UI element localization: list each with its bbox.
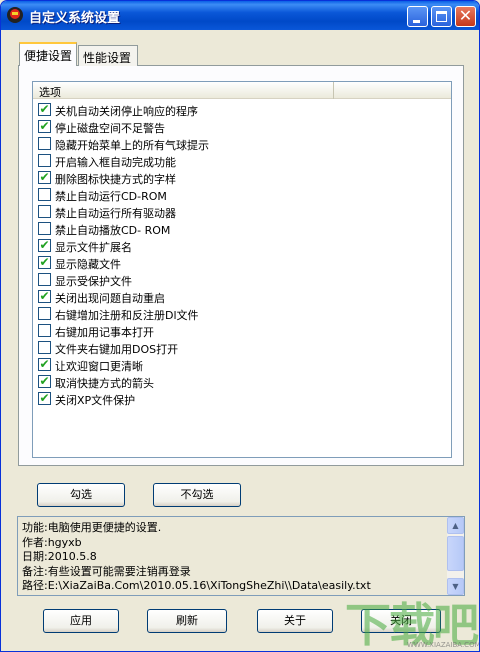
list-item[interactable]: ✔ 显示隐藏文件 (37, 254, 331, 271)
list-item-label: 显示文件扩展名 (55, 241, 132, 254)
checkbox[interactable]: ✔ (38, 102, 51, 116)
minimize-icon (413, 20, 420, 23)
list-item[interactable]: ✔ 停止磁盘空间不足警告 (37, 118, 331, 135)
list-item[interactable]: ✔ 删除图标快捷方式的字样 (37, 169, 331, 186)
checkbox[interactable]: ✔ (38, 238, 51, 252)
scroll-thumb[interactable] (447, 536, 464, 571)
list-item[interactable]: ✔ 显示文件扩展名 (37, 237, 331, 254)
checkbox[interactable] (38, 137, 51, 150)
list-item-label: 开启输入框自动完成功能 (55, 156, 176, 169)
window-title: 自定义系统设置 (29, 11, 121, 26)
checkbox[interactable]: ✔ (38, 289, 51, 303)
tab-quick-settings[interactable]: 便捷设置 (19, 42, 77, 66)
list-item-label: 文件夹右键加用DOS打开 (55, 343, 179, 356)
list-item[interactable]: ✔ 关闭出现问题自动重启 (37, 288, 331, 305)
close-icon: ✕ (458, 6, 473, 25)
list-item[interactable]: ✔ 关闭XP文件保护 (37, 390, 331, 407)
list-item-label: 禁止自动播放CD- ROM (55, 224, 171, 237)
minimize-button[interactable] (407, 6, 428, 27)
info-line: 路径:E:\XiaZaiBa.Com\2010.05.16\XiTongSheZ… (22, 579, 371, 592)
list-item-label: 显示受保护文件 (55, 275, 132, 288)
list-item-label: 让欢迎窗口更清晰 (55, 360, 143, 373)
list-item-label: 显示隐藏文件 (55, 258, 121, 271)
checkmark-icon: ✔ (39, 357, 50, 371)
checkbox[interactable]: ✔ (38, 357, 51, 371)
list-item-label: 禁止自动运行所有驱动器 (55, 207, 176, 220)
checkbox[interactable]: ✔ (38, 391, 51, 405)
list-item-label: 右键增加注册和反注册Dl文件 (55, 309, 199, 322)
list-item[interactable]: ✔ 关机自动关闭停止响应的程序 (37, 101, 331, 118)
info-box[interactable]: 功能:电脑使用更便捷的设置. 作者:hgyxb 日期:2010.5.8 备注:有些设置… (17, 516, 465, 596)
scroll-up-arrow-icon: ▲ (452, 521, 459, 530)
list-item-label: 停止磁盘空间不足警告 (55, 122, 165, 135)
close-window-button[interactable]: ✕ (455, 6, 476, 27)
checkmark-icon: ✔ (39, 391, 50, 405)
app-logo-icon[interactable] (7, 7, 23, 23)
checkbox[interactable]: ✔ (38, 170, 51, 184)
checkbox[interactable] (38, 341, 51, 354)
list-item[interactable]: ✔ 取消快捷方式的箭头 (37, 373, 331, 390)
uncheck-all-button[interactable]: 不勾选 (153, 483, 241, 507)
list-item-label: 隐藏开始菜单上的所有气球提示 (55, 139, 209, 152)
about-button[interactable]: 关于 (257, 609, 333, 633)
checkmark-icon: ✔ (39, 119, 50, 133)
list-item-label: 关闭出现问题自动重启 (55, 292, 165, 305)
list-item[interactable]: 禁止自动运行CD-ROM (37, 186, 331, 203)
checkmark-icon: ✔ (39, 102, 50, 116)
list-item-label: 禁止自动运行CD-ROM (55, 190, 167, 203)
checkmark-icon: ✔ (39, 374, 50, 388)
refresh-button[interactable]: 刷新 (147, 609, 227, 633)
list-item[interactable]: ✔ 让欢迎窗口更清晰 (37, 356, 331, 373)
list-item[interactable]: 右键增加注册和反注册Dl文件 (37, 305, 331, 322)
checkbox[interactable]: ✔ (38, 374, 51, 388)
list-item[interactable]: 禁止自动播放CD- ROM (37, 220, 331, 237)
close-button[interactable]: 关闭 (361, 609, 441, 633)
checkbox[interactable] (38, 154, 51, 167)
list-item-label: 关机自动关闭停止响应的程序 (55, 105, 198, 118)
column-header-options[interactable]: 选项 (39, 84, 61, 100)
checkbox[interactable]: ✔ (38, 255, 51, 269)
list-item[interactable]: 开启输入框自动完成功能 (37, 152, 331, 169)
list-header: 选项 (33, 82, 451, 99)
check-all-button[interactable]: 勾选 (37, 483, 125, 507)
list-item-label: 删除图标快捷方式的字样 (55, 173, 176, 186)
checkmark-icon: ✔ (39, 170, 50, 184)
tab-performance-settings[interactable]: 性能设置 (78, 45, 138, 66)
checkmark-icon: ✔ (39, 289, 50, 303)
scroll-down-button[interactable]: ▼ (447, 578, 464, 595)
list-item-label: 关闭XP文件保护 (55, 394, 136, 407)
list-item[interactable]: 显示受保护文件 (37, 271, 331, 288)
list-item[interactable]: 禁止自动运行所有驱动器 (37, 203, 331, 220)
checkbox[interactable] (38, 324, 51, 337)
title-bar[interactable]: 自定义系统设置 ✕ (1, 1, 479, 30)
column-separator[interactable] (333, 82, 334, 99)
checkbox[interactable] (38, 188, 51, 201)
checkbox[interactable] (38, 205, 51, 218)
maximize-button[interactable] (431, 6, 452, 27)
list-item-label: 取消快捷方式的箭头 (55, 377, 154, 390)
options-list[interactable]: 选项 ✔ 关机自动关闭停止响应的程序 ✔ 停止磁盘空间不足警告隐藏开始菜单上的所有气球… (32, 81, 452, 458)
watermark-url: WWW.XIAZAIBA.COM (407, 641, 480, 649)
checkbox[interactable] (38, 307, 51, 320)
checkbox[interactable] (38, 273, 51, 286)
checkbox[interactable] (38, 222, 51, 235)
apply-button[interactable]: 应用 (43, 609, 119, 633)
list-item-label: 右键加用记事本打开 (55, 326, 154, 339)
settings-window: 自定义系统设置 ✕ 便捷设置 性能设置 选项 ✔ 关机自动关闭停止响应的程序 ✔ 停止… (0, 0, 480, 652)
list-item[interactable]: 隐藏开始菜单上的所有气球提示 (37, 135, 331, 152)
info-scrollbar[interactable]: ▲ ▼ (447, 517, 464, 595)
checkbox[interactable]: ✔ (38, 119, 51, 133)
scroll-down-arrow-icon: ▼ (452, 582, 459, 591)
list-item[interactable]: 右键加用记事本打开 (37, 322, 331, 339)
list-item[interactable]: 文件夹右键加用DOS打开 (37, 339, 331, 356)
checkmark-icon: ✔ (39, 255, 50, 269)
scroll-up-button[interactable]: ▲ (447, 517, 464, 534)
checkmark-icon: ✔ (39, 238, 50, 252)
maximize-icon (436, 11, 447, 22)
